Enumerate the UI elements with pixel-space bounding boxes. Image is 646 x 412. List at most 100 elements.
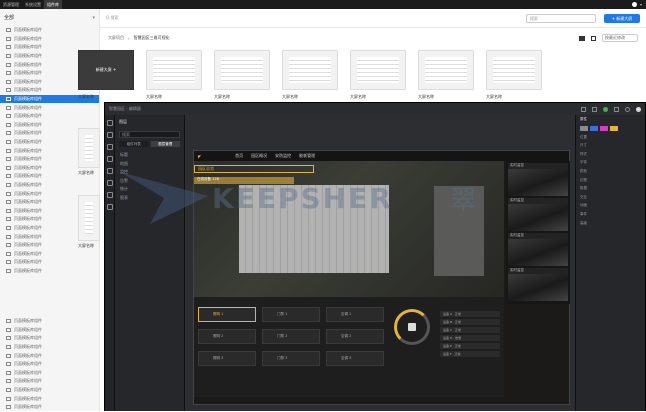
control-toggle[interactable]: 照明 2 — [198, 329, 256, 344]
publish-icon[interactable] — [636, 106, 641, 112]
sort-select[interactable]: 按最近修改 — [602, 34, 638, 42]
sidebar-item[interactable]: 页面模板库组件 — [0, 326, 100, 335]
stage-tab[interactable]: 园区概况 — [251, 153, 267, 159]
layer-search-input[interactable]: 搜索 — [119, 131, 180, 138]
layers-icon[interactable] — [106, 120, 113, 126]
layer-item[interactable]: 告警 — [115, 176, 184, 185]
property-item[interactable]: 尺寸 — [576, 141, 645, 150]
stage-tab[interactable]: 安防监控 — [275, 153, 291, 159]
property-item[interactable]: 颜色 — [576, 167, 645, 176]
undo-icon[interactable] — [581, 106, 586, 112]
top-tab[interactable]: 资源管理 — [0, 0, 22, 9]
layer-item[interactable]: 地图 — [115, 159, 184, 168]
property-item[interactable]: 边框 — [576, 176, 645, 185]
sidebar-item[interactable]: 页面模板库组件 — [0, 377, 100, 386]
layer-item[interactable]: 统计 — [115, 184, 184, 193]
dashboard-stage[interactable]: ◤ 首页 园区概况 安防监控 能耗管理 园区总览 在线设备 128 实时监控 实时监控… — [193, 150, 570, 405]
sidebar-item[interactable]: 页面模板库组件 — [0, 360, 100, 369]
color-swatch[interactable] — [590, 125, 598, 131]
settings-icon[interactable] — [625, 106, 630, 112]
screen-card[interactable] — [214, 50, 270, 90]
sidebar-item[interactable]: 页面模板库组件 — [0, 267, 99, 276]
globe-icon[interactable] — [106, 192, 113, 198]
property-item[interactable]: 事件 — [576, 210, 645, 219]
control-toggle[interactable]: 空调 3 — [326, 351, 384, 366]
tab-layers[interactable]: 图层管理 — [150, 141, 180, 147]
editor-canvas[interactable]: ◤ 首页 园区概况 安防监控 能耗管理 园区总览 在线设备 128 实时监控 实时监控… — [185, 115, 575, 411]
layer-item[interactable]: 图表 — [115, 193, 184, 202]
sidebar-item[interactable]: 页面模板库组件 — [0, 317, 100, 326]
screen-card[interactable] — [78, 195, 100, 241]
folder-icon[interactable] — [579, 35, 585, 41]
property-item[interactable]: 动画 — [576, 201, 645, 210]
control-toggle[interactable]: 照明 3 — [198, 351, 256, 366]
user-avatar[interactable] — [631, 2, 637, 7]
map-icon[interactable] — [106, 168, 113, 174]
screen-card[interactable] — [282, 50, 338, 90]
sidebar-item[interactable]: 页面模板库组件 — [0, 35, 99, 44]
sidebar-header[interactable]: 全部 ▾ — [0, 9, 99, 26]
sidebar-item[interactable]: 页面模板库组件 — [0, 351, 100, 360]
control-toggle[interactable]: 空调 2 — [326, 329, 384, 344]
property-item[interactable]: 位置 — [576, 133, 645, 142]
breadcrumb-root[interactable]: 大屏项目 — [108, 35, 124, 41]
screen-card[interactable] — [418, 50, 474, 90]
sidebar-item[interactable]: 页面模板库组件 — [0, 386, 100, 395]
chevron-down-icon[interactable]: ▾ — [640, 2, 642, 7]
media-icon[interactable] — [106, 180, 113, 186]
sidebar-item[interactable]: 页面模板库组件 — [0, 112, 99, 121]
property-item[interactable]: 样式 — [576, 150, 645, 159]
control-toggle[interactable]: 照明 1 — [198, 307, 256, 322]
sidebar-item[interactable]: 页面模板库组件 — [0, 249, 99, 258]
control-toggle[interactable]: 门禁 2 — [262, 329, 320, 344]
sidebar-item[interactable]: 页面模板库组件 — [0, 258, 99, 267]
sidebar-item[interactable]: 页面模板库组件 — [0, 103, 99, 112]
camera-feed[interactable] — [508, 274, 568, 301]
sidebar-item[interactable]: 页面模板库组件 — [0, 181, 99, 190]
property-item[interactable]: 高级 — [576, 219, 645, 228]
color-swatch[interactable] — [610, 125, 618, 131]
text-icon[interactable] — [106, 144, 113, 150]
camera-feed[interactable] — [508, 239, 568, 266]
control-toggle[interactable]: 门禁 1 — [262, 307, 320, 322]
property-item[interactable]: 交互 — [576, 193, 645, 202]
control-toggle[interactable]: 门禁 3 — [262, 351, 320, 366]
sidebar-item[interactable]: 页面模板库组件 — [0, 369, 100, 378]
sidebar-item[interactable]: 页面模板库组件 — [0, 394, 100, 403]
check-icon[interactable] — [603, 106, 608, 112]
image-icon[interactable] — [106, 156, 113, 162]
stage-tab[interactable]: 首页 — [235, 153, 243, 159]
sidebar-item[interactable]: 页面模板库组件 — [0, 343, 100, 352]
layer-item[interactable]: 监控 — [115, 167, 184, 176]
screen-card[interactable] — [78, 128, 100, 168]
color-swatch[interactable] — [600, 125, 608, 131]
screen-card[interactable] — [146, 50, 202, 90]
tab-components[interactable]: 组件列表 — [119, 141, 149, 147]
preview-icon[interactable] — [614, 106, 619, 112]
new-screen-card[interactable]: 新建大屏 + — [78, 50, 134, 90]
stage-tab[interactable]: 能耗管理 — [299, 153, 315, 159]
top-tab-active[interactable]: 组件库 — [44, 0, 62, 9]
search-label[interactable]: Q 搜索 — [106, 15, 118, 21]
layer-item[interactable]: 标题 — [115, 150, 184, 159]
property-item[interactable]: 字体 — [576, 158, 645, 167]
widget-icon[interactable] — [106, 204, 113, 210]
chart-icon[interactable] — [106, 132, 113, 138]
park-map[interactable]: 园区总览 在线设备 128 — [194, 161, 504, 297]
screen-card[interactable] — [350, 50, 406, 90]
color-swatch[interactable] — [580, 125, 588, 131]
property-item[interactable]: 数据 — [576, 184, 645, 193]
chevron-down-icon[interactable]: ▾ — [92, 15, 95, 21]
grid-view-icon[interactable] — [591, 35, 596, 41]
search-input[interactable]: 搜索 — [526, 13, 596, 23]
top-tab[interactable]: 系统设置 — [22, 0, 44, 9]
sidebar-item[interactable]: 页面模板库组件 — [0, 334, 100, 343]
screen-card[interactable] — [486, 50, 542, 90]
sidebar-item[interactable]: 页面模板库组件 — [0, 26, 99, 35]
camera-feed[interactable] — [508, 204, 568, 231]
camera-feed[interactable] — [508, 169, 568, 196]
new-screen-button[interactable]: + 新建大屏 — [604, 13, 640, 23]
sidebar-item[interactable]: 页面模板库组件 — [0, 403, 100, 412]
control-toggle[interactable]: 空调 1 — [326, 307, 384, 322]
redo-icon[interactable] — [592, 106, 597, 112]
